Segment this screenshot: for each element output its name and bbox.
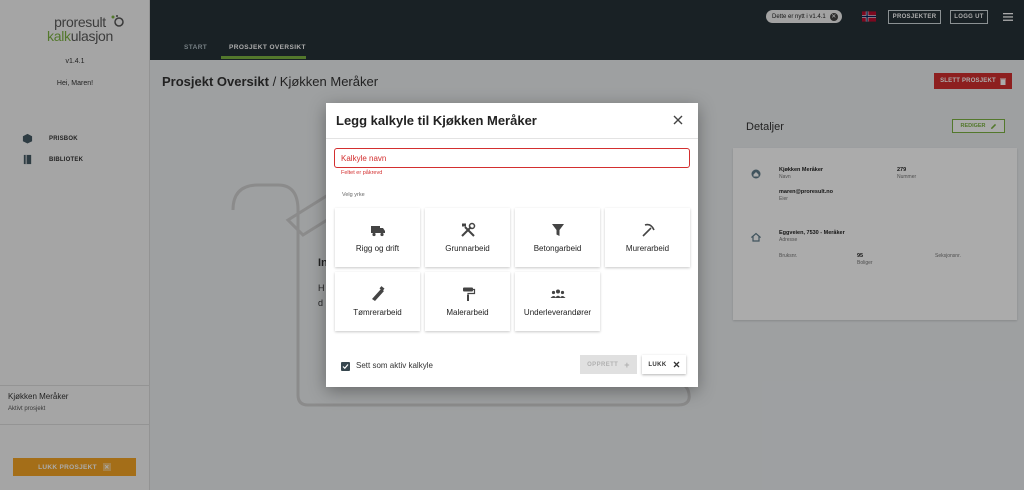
paint-roller-icon bbox=[462, 287, 475, 301]
create-button[interactable]: OPPRETT + bbox=[580, 355, 637, 374]
trade-picker-label: Velg yrke bbox=[342, 192, 365, 198]
dialog-title: Legg kalkyle til Kjøkken Meråker bbox=[336, 113, 537, 128]
set-active-label[interactable]: Sett som aktiv kalkyle bbox=[356, 361, 433, 370]
saw-icon bbox=[371, 286, 384, 301]
people-icon bbox=[550, 289, 565, 298]
name-error-message: Feltet er påkrevd bbox=[341, 170, 383, 176]
trade-label: Rigg og drift bbox=[355, 244, 400, 253]
trade-card-malerarbeid[interactable]: Malerarbeid bbox=[425, 272, 510, 331]
trade-label: Murerarbeid bbox=[625, 244, 670, 253]
close-icon[interactable] bbox=[672, 114, 684, 126]
trade-card-betongarbeid[interactable]: Betongarbeid bbox=[515, 208, 600, 267]
close-icon bbox=[673, 361, 680, 368]
calculation-name-input[interactable] bbox=[334, 148, 690, 168]
trade-label: Tømrerarbeid bbox=[353, 308, 402, 317]
truck-icon bbox=[370, 226, 385, 237]
close-dialog-label: LUKK bbox=[648, 361, 667, 368]
trade-label: Underleverandører bbox=[523, 308, 592, 317]
trade-card-murerarbeid[interactable]: Murerarbeid bbox=[605, 208, 690, 267]
trade-label: Grunnarbeid bbox=[445, 244, 490, 253]
dialog-divider bbox=[326, 138, 698, 139]
tools-icon bbox=[460, 222, 475, 237]
create-button-label: OPPRETT bbox=[587, 361, 619, 368]
trade-card-tomrerarbeid[interactable]: Tømrerarbeid bbox=[335, 272, 420, 331]
add-calculation-dialog: Legg kalkyle til Kjøkken Meråker Feltet … bbox=[326, 103, 698, 387]
trade-card-rigg-og-drift[interactable]: Rigg og drift bbox=[335, 208, 420, 267]
trade-label: Malerarbeid bbox=[446, 308, 489, 317]
trade-card-underleverandorer[interactable]: Underleverandører bbox=[515, 272, 600, 331]
filter-icon bbox=[551, 224, 564, 236]
plus-icon: + bbox=[624, 359, 630, 370]
trade-card-grunnarbeid[interactable]: Grunnarbeid bbox=[425, 208, 510, 267]
trade-label: Betongarbeid bbox=[533, 244, 582, 253]
checkmark-icon bbox=[342, 364, 349, 370]
set-active-checkbox[interactable] bbox=[341, 362, 350, 371]
pickaxe-icon bbox=[641, 223, 655, 237]
close-dialog-button[interactable]: LUKK bbox=[642, 355, 686, 374]
